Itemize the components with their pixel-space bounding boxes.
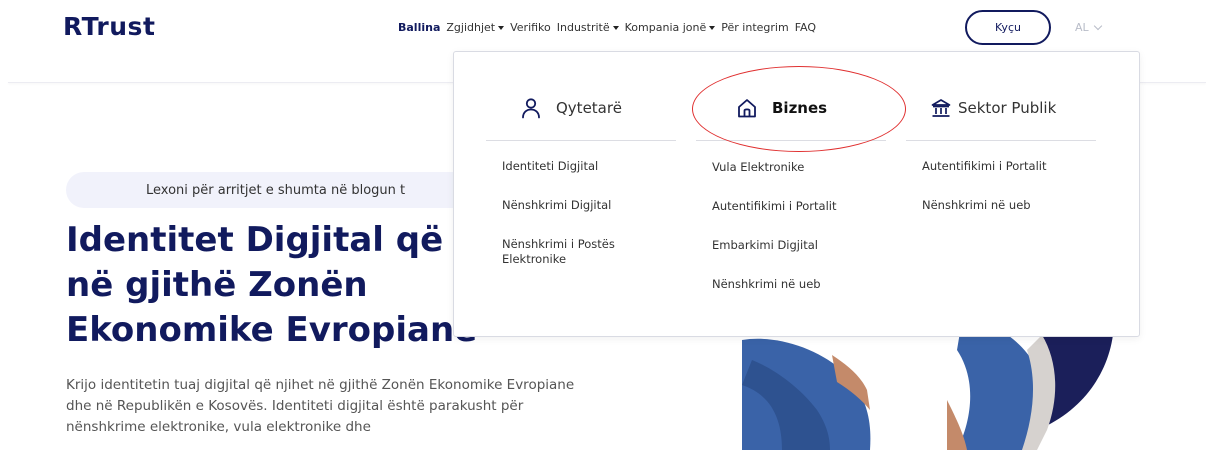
dropdown-link-autentifikimi-portalit[interactable]: Autentifikimi i Portalit — [712, 199, 882, 214]
nav-item-label: Verifiko — [510, 20, 551, 34]
person-icon — [520, 97, 542, 119]
dropdown-link-nenshkrimi-ueb-publik[interactable]: Nënshkrimi në ueb — [922, 198, 1092, 213]
dropdown-link-embarkimi-digjital[interactable]: Embarkimi Digjital — [712, 238, 882, 253]
column-title: Sektor Publik — [958, 99, 1057, 117]
main-nav: Ballina Zgjidhjet Verifiko Industritë Ko… — [398, 19, 822, 35]
column-links: Autentifikimi i Portalit Nënshkrimi në u… — [922, 159, 1092, 237]
hero-description: Krijo identitetin tuaj digjital që njihe… — [66, 377, 575, 435]
language-selector[interactable]: AL — [1075, 21, 1102, 34]
column-title: Qytetarë — [556, 99, 622, 117]
nav-item-kompania[interactable]: Kompania jonë — [625, 21, 716, 34]
nav-item-zgjidhjet[interactable]: Zgjidhjet — [446, 20, 505, 34]
column-links: Vula Elektronike Autentifikimi i Portali… — [712, 160, 882, 316]
nav-item-label: Zgjidhjet — [446, 20, 496, 34]
nav-item-ballina[interactable]: Ballina — [398, 21, 440, 34]
highlight-annotation — [692, 66, 906, 152]
dropdown-link-vula-elektronike[interactable]: Vula Elektronike — [712, 160, 882, 175]
nav-item-label: FAQ — [794, 20, 816, 34]
nav-item-label: Për integrim — [721, 20, 789, 34]
nav-item-industrite[interactable]: Industritë — [557, 21, 619, 34]
caret-down-icon — [709, 25, 716, 30]
column-divider — [906, 140, 1096, 141]
dropdown-link-identiteti-digjital[interactable]: Identiteti Digjital — [502, 159, 672, 174]
dropdown-link-nenshkrimi-ueb[interactable]: Nënshkrimi në ueb — [712, 277, 882, 292]
nav-item-label: Kompania jonë — [624, 20, 707, 34]
nav-item-faq[interactable]: FAQ — [795, 21, 816, 34]
rtrust-logo[interactable]: RTrust — [63, 12, 155, 41]
nav-item-integrim[interactable]: Për integrim — [721, 21, 788, 34]
nav-item-verifiko[interactable]: Verifiko — [510, 21, 551, 34]
login-button[interactable]: Kyçu — [965, 10, 1051, 45]
solutions-dropdown-menu: Qytetarë Identiteti Digjital Nënshkrimi … — [453, 51, 1140, 337]
person-photo-illustration — [742, 320, 1122, 450]
column-links: Identiteti Digjital Nënshkrimi Digjital … — [502, 159, 672, 291]
dropdown-link-nenshkrimi-postes[interactable]: Nënshkrimi i Postës Elektronike — [502, 237, 652, 267]
column-header-qytetare[interactable]: Qytetarë — [486, 96, 676, 120]
dropdown-link-nenshkrimi-digjital[interactable]: Nënshkrimi Digjital — [502, 198, 672, 213]
dropdown-link-autentifikimi-portalit-publik[interactable]: Autentifikimi i Portalit — [922, 159, 1092, 174]
language-label: AL — [1075, 21, 1089, 34]
hero-photo — [742, 320, 1122, 450]
nav-item-label: Ballina — [398, 20, 441, 34]
nav-item-label: Industritë — [556, 20, 610, 34]
blog-announcement-text: Lexoni për arritjet e shumta në blogun t — [146, 183, 406, 198]
chevron-down-icon — [1093, 21, 1102, 30]
caret-down-icon — [498, 25, 505, 30]
caret-down-icon — [612, 25, 619, 30]
column-divider — [486, 140, 676, 141]
bank-icon — [930, 97, 952, 119]
column-header-sektor-publik[interactable]: Sektor Publik — [906, 96, 1096, 120]
